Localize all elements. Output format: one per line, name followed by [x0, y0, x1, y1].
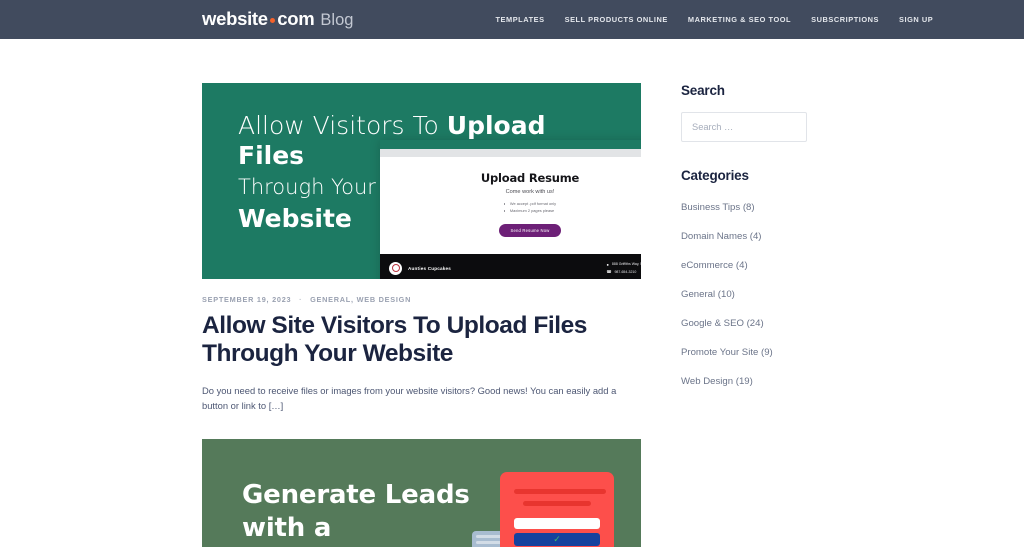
logo-dot-icon: [269, 17, 275, 23]
form-input-field: [514, 517, 600, 529]
categories-widget: Categories Business Tips (8) Domain Name…: [681, 168, 807, 389]
post-meta: SEPTEMBER 19, 2023 · GENERAL, WEB DESIGN: [202, 295, 641, 304]
form-subtitle-bar: [523, 500, 591, 506]
main-navigation: TEMPLATES SELL PRODUCTS ONLINE MARKETING…: [495, 15, 933, 24]
search-widget: Search: [681, 83, 807, 142]
lead-form-card: ✓: [500, 471, 614, 547]
post-title: Allow Site Visitors To Upload Files Thro…: [202, 312, 641, 369]
nav-item-sign-up[interactable]: SIGN UP: [899, 15, 933, 24]
phone-icon: ☎: [606, 269, 612, 275]
list-item: Domain Names (4): [681, 226, 807, 244]
cupcake-logo-icon: [389, 261, 402, 275]
post-list: Allow Visitors To Upload Files Through Y…: [202, 83, 641, 547]
post-categories[interactable]: GENERAL, WEB DESIGN: [310, 295, 411, 304]
category-link-promote-your-site[interactable]: Promote Your Site (9): [681, 347, 773, 358]
post-title-link[interactable]: Allow Site Visitors To Upload Files Thro…: [202, 312, 587, 367]
featured-image-text: Generate Leads with a: [242, 479, 470, 544]
site-header: website com Blog TEMPLATES SELL PRODUCTS …: [0, 0, 1024, 39]
list-item: Google & SEO (24): [681, 313, 807, 331]
categories-list: Business Tips (8) Domain Names (4) eComm…: [681, 197, 807, 389]
category-link-business-tips[interactable]: Business Tips (8): [681, 202, 755, 213]
category-link-google-seo[interactable]: Google & SEO (24): [681, 318, 764, 329]
post-excerpt: Do you need to receive files or images f…: [202, 384, 617, 411]
search-widget-title: Search: [681, 83, 725, 98]
form-title-bar: [514, 488, 606, 494]
nav-item-subscriptions[interactable]: SUBSCRIPTIONS: [811, 15, 879, 24]
mockup-footer-brand: Aunties Cupcakes: [389, 261, 452, 275]
list-item: Business Tips (8): [681, 197, 807, 215]
category-link-ecommerce[interactable]: eCommerce (4): [681, 260, 748, 271]
meta-separator: ·: [299, 295, 303, 304]
mockup-address: 888 Griffiths Way, Mainland MI, 12345: [611, 262, 641, 267]
category-link-general[interactable]: General (10): [681, 289, 735, 300]
category-link-web-design[interactable]: Web Design (19): [681, 376, 753, 387]
mockup-brand-name: Aunties Cupcakes: [408, 265, 452, 271]
form-submit-button: ✓: [514, 532, 600, 546]
nav-item-sell-products-online[interactable]: SELL PRODUCTS ONLINE: [565, 15, 668, 24]
sidebar: Search Categories Business Tips (8) Doma…: [681, 83, 807, 547]
post-featured-image[interactable]: Generate Leads with a ✓: [202, 438, 641, 547]
list-item: eCommerce (4): [681, 255, 807, 273]
categories-widget-title: Categories: [681, 168, 749, 183]
post-item: Generate Leads with a ✓: [202, 438, 641, 547]
page-body: Allow Visitors To Upload Files Through Y…: [0, 39, 1024, 547]
nav-item-templates[interactable]: TEMPLATES: [495, 15, 544, 24]
list-item: Promote Your Site (9): [681, 342, 807, 360]
featured-image-text: Allow Visitors To Upload Files Through Y…: [238, 111, 546, 233]
check-icon: ✓: [553, 533, 561, 544]
post-item: Allow Visitors To Upload Files Through Y…: [202, 83, 641, 413]
mockup-footer: Aunties Cupcakes ●888 Griffiths Way, Mai…: [380, 254, 641, 279]
nav-item-marketing-seo-tool[interactable]: MARKETING & SEO TOOL: [688, 15, 791, 24]
category-link-domain-names[interactable]: Domain Names (4): [681, 231, 762, 242]
post-date: SEPTEMBER 19, 2023: [202, 295, 292, 304]
list-item: General (10): [681, 284, 807, 302]
search-input[interactable]: [681, 112, 807, 142]
location-pin-icon: ●: [606, 261, 609, 267]
logo-text: website com: [202, 8, 315, 30]
post-featured-image[interactable]: Allow Visitors To Upload Files Through Y…: [202, 83, 641, 279]
mockup-footer-contact: ●888 Griffiths Way, Mainland MI, 12345 ☎…: [607, 261, 642, 276]
logo-subtitle: Blog: [320, 11, 354, 30]
list-item: Web Design (19): [681, 371, 807, 389]
mockup-phone: 987-654-3210: [614, 269, 637, 274]
site-logo[interactable]: website com Blog: [202, 10, 353, 29]
